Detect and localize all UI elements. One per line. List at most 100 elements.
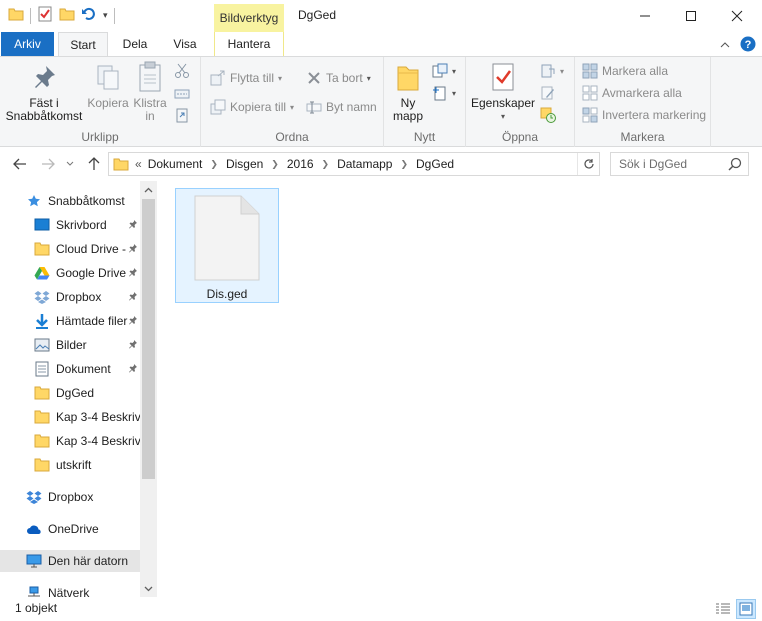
- open-button[interactable]: ▾: [540, 63, 564, 79]
- pin-icon[interactable]: [128, 338, 138, 352]
- tab-dela[interactable]: Dela: [112, 32, 158, 56]
- pin-icon[interactable]: [128, 362, 138, 376]
- tab-start[interactable]: Start: [58, 32, 108, 57]
- sidebar-item-kap-3-4-b[interactable]: Kap 3-4 Beskrivning: [0, 430, 140, 452]
- breadcrumb-overflow[interactable]: «: [135, 157, 142, 171]
- sidebar-item-cloud-drive[interactable]: Cloud Drive -: [0, 238, 140, 260]
- easy-access-button[interactable]: ▾: [432, 85, 456, 101]
- properties-icon[interactable]: [37, 6, 53, 25]
- sidebar-item-google-drive[interactable]: Google Drive: [0, 262, 140, 284]
- pin-icon[interactable]: [128, 290, 138, 304]
- status-bar: 1 objekt: [0, 597, 762, 621]
- invert-selection-button[interactable]: Invertera markering: [582, 107, 706, 123]
- scroll-down-icon[interactable]: [140, 580, 157, 597]
- back-button[interactable]: [10, 155, 30, 173]
- properties-button[interactable]: Egenskaper ▾: [470, 61, 536, 123]
- chevron-right-icon[interactable]: ❯: [210, 159, 218, 170]
- sidebar-item-onedrive[interactable]: OneDrive: [0, 518, 140, 540]
- select-none-button[interactable]: Avmarkera alla: [582, 85, 682, 101]
- chevron-right-icon[interactable]: ❯: [400, 159, 408, 170]
- rename-icon: [306, 99, 322, 115]
- select-all-button[interactable]: Markera alla: [582, 63, 668, 79]
- minimize-button[interactable]: [622, 0, 668, 31]
- pin-icon[interactable]: [128, 314, 138, 328]
- dropdown-arrow-icon: ▾: [278, 73, 283, 83]
- paste-shortcut-button[interactable]: [174, 107, 190, 123]
- history-button[interactable]: [540, 107, 556, 123]
- details-view-button[interactable]: [713, 599, 733, 619]
- title-bar: ▾ Bildverktyg DgGed: [0, 0, 762, 32]
- pin-icon[interactable]: [128, 266, 138, 280]
- sidebar-item-hamtade-filer[interactable]: Hämtade filer: [0, 310, 140, 332]
- new-folder-button[interactable]: Ny mapp: [390, 61, 426, 123]
- cut-button[interactable]: [174, 63, 190, 79]
- search-icon: [728, 157, 742, 174]
- edit-button[interactable]: [540, 85, 556, 101]
- refresh-button[interactable]: [577, 153, 599, 175]
- large-icons-view-icon: [739, 602, 753, 616]
- sidebar-item-natverk[interactable]: Nätverk: [0, 582, 140, 597]
- breadcrumb-item[interactable]: DgGed: [416, 157, 454, 171]
- customize-toolbar-icon[interactable]: ▾: [103, 10, 108, 21]
- sidebar-item-bilder[interactable]: Bilder: [0, 334, 140, 356]
- tab-hantera[interactable]: Hantera: [214, 32, 284, 56]
- copy-path-button[interactable]: [174, 86, 190, 102]
- new-folder-icon[interactable]: [59, 6, 75, 25]
- pin-icon[interactable]: [128, 218, 138, 232]
- chevron-right-icon[interactable]: ❯: [322, 159, 330, 170]
- pin-label-2: Snabbåtkomst: [5, 109, 83, 123]
- sidebar-item-snabbatkomst[interactable]: Snabbåtkomst: [0, 190, 140, 212]
- refresh-icon: [583, 159, 594, 169]
- tab-arkiv[interactable]: Arkiv: [1, 32, 54, 56]
- recent-locations-button[interactable]: [63, 155, 77, 173]
- undo-icon[interactable]: [81, 6, 97, 25]
- pin-quick-access-button[interactable]: Fäst i Snabbåtkomst: [6, 61, 82, 123]
- group-ordna: Flytta till ▾ Kopiera till ▾ Ta bort ▾ B…: [201, 57, 384, 147]
- sidebar-item-dgged[interactable]: DgGed: [0, 382, 140, 404]
- network-icon: [26, 585, 42, 597]
- sidebar-item-utskrift[interactable]: utskrift: [0, 454, 140, 476]
- sidebar-item-skrivbord[interactable]: Skrivbord: [0, 214, 140, 236]
- collapse-ribbon-icon[interactable]: [720, 39, 730, 53]
- rename-button[interactable]: Byt namn: [306, 99, 377, 115]
- copy-to-button[interactable]: Kopiera till ▾: [210, 99, 294, 115]
- sidebar-item-kap-3-4-a[interactable]: Kap 3-4 Beskrivning: [0, 406, 140, 428]
- chevron-right-icon[interactable]: ❯: [271, 159, 279, 170]
- rename-label: Byt namn: [326, 100, 377, 114]
- pin-icon[interactable]: [128, 242, 138, 256]
- file-item[interactable]: Dis.ged: [175, 188, 279, 303]
- paste-button[interactable]: Klistra in: [130, 61, 170, 123]
- search-input[interactable]: Sök i DgGed: [610, 152, 749, 176]
- pin-icon: [28, 61, 60, 93]
- scroll-up-icon[interactable]: [140, 181, 157, 198]
- group-markera: Markera alla Avmarkera alla Invertera ma…: [575, 57, 711, 147]
- help-icon[interactable]: ?: [740, 36, 756, 55]
- sidebar-item-dropbox[interactable]: Dropbox: [0, 486, 140, 508]
- dropdown-arrow-icon: ▾: [500, 112, 505, 121]
- copy-button[interactable]: Kopiera: [86, 61, 130, 110]
- maximize-button[interactable]: [668, 0, 714, 31]
- breadcrumb-item[interactable]: 2016 ❯: [287, 157, 337, 171]
- address-bar[interactable]: « Dokument ❯ Disgen ❯ 2016 ❯ Datamapp ❯ DgGe…: [108, 152, 600, 176]
- breadcrumb-item[interactable]: Disgen ❯: [226, 157, 287, 171]
- breadcrumb-item[interactable]: Dokument ❯: [148, 157, 226, 171]
- new-item-button[interactable]: ▾: [432, 63, 456, 79]
- delete-button[interactable]: Ta bort ▾: [306, 70, 371, 86]
- ribbon: Fäst i Snabbåtkomst Kopiera Klistra in U…: [0, 56, 762, 147]
- move-to-button[interactable]: Flytta till ▾: [210, 70, 282, 86]
- close-icon: [731, 10, 743, 21]
- sidebar-item-dokument[interactable]: Dokument: [0, 358, 140, 380]
- sidebar-item-label: Nätverk: [48, 586, 90, 597]
- navigation-bar: « Dokument ❯ Disgen ❯ 2016 ❯ Datamapp ❯ DgGe…: [0, 147, 762, 181]
- breadcrumb-item[interactable]: Datamapp ❯: [337, 157, 416, 171]
- forward-button[interactable]: [38, 155, 58, 173]
- large-icons-view-button[interactable]: [736, 599, 756, 619]
- up-button[interactable]: [84, 155, 104, 173]
- sidebar-item-dropbox-pinned[interactable]: Dropbox: [0, 286, 140, 308]
- sidebar-scrollbar[interactable]: [140, 181, 157, 597]
- close-button[interactable]: [714, 0, 760, 31]
- sidebar-item-den-har-datorn[interactable]: Den här datorn: [0, 550, 140, 572]
- documents-icon: [34, 361, 50, 377]
- tab-visa[interactable]: Visa: [162, 32, 208, 56]
- scroll-thumb[interactable]: [142, 199, 155, 479]
